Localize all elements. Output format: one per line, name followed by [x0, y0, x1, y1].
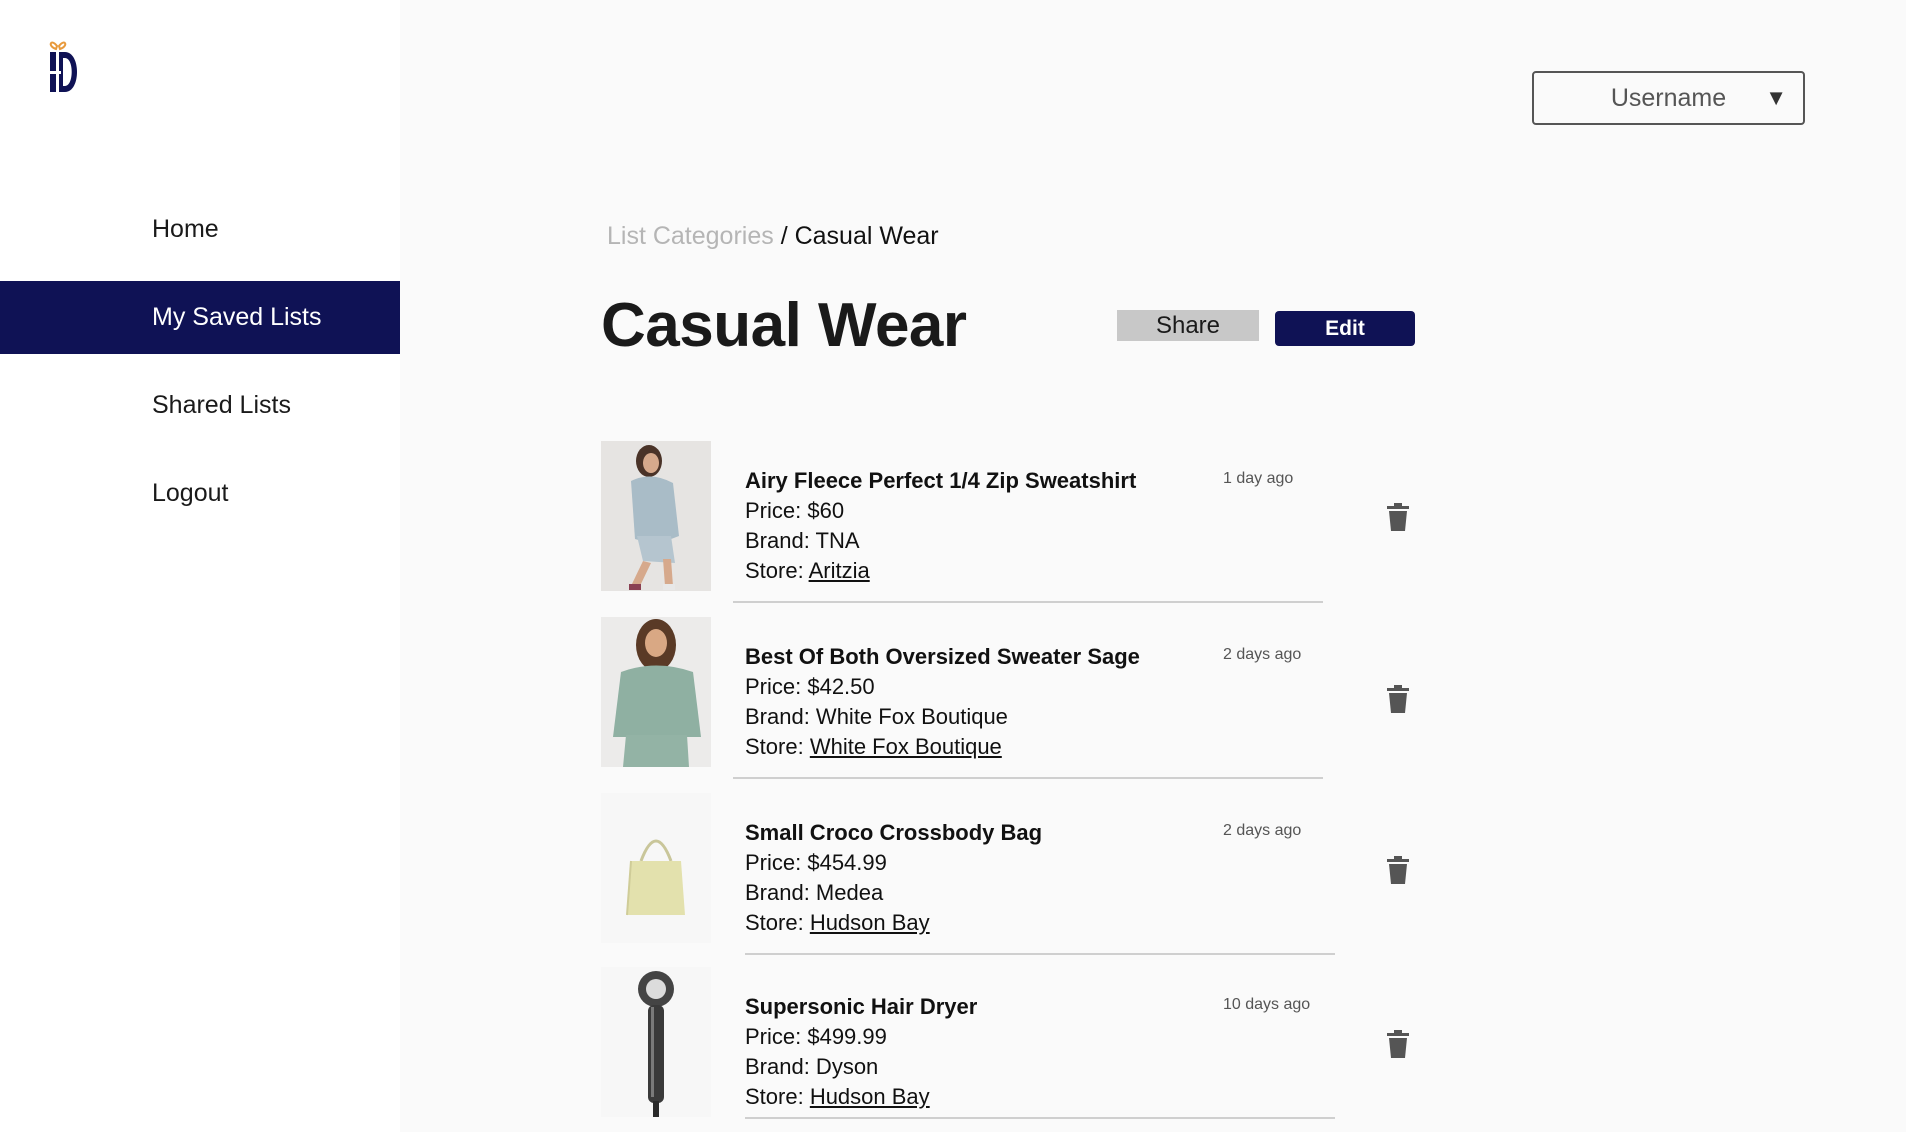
product-image[interactable] [601, 441, 711, 591]
divider [745, 953, 1335, 955]
item-timestamp: 2 days ago [1223, 646, 1302, 663]
item-store: Store: Hudson Bay [745, 910, 930, 936]
breadcrumb-list-categories[interactable]: List Categories [607, 222, 774, 250]
item-store-label: Store: [745, 910, 810, 935]
item-price: Price: $454.99 [745, 850, 887, 875]
divider [733, 777, 1323, 779]
item-store-label: Store: [745, 734, 810, 759]
item-store-label: Store: [745, 558, 809, 583]
item-store-label: Store: [745, 1084, 810, 1109]
app-logo-icon[interactable] [47, 38, 83, 96]
item-store: Store: Hudson Bay [745, 1084, 930, 1110]
item-name[interactable]: Best Of Both Oversized Sweater Sage [745, 644, 1140, 670]
item-brand: Brand: Medea [745, 880, 884, 905]
item-store-link[interactable]: Aritzia [809, 558, 870, 583]
sidebar-item-label: My Saved Lists [152, 303, 322, 331]
divider [745, 1117, 1335, 1119]
product-image[interactable] [601, 793, 711, 943]
sidebar-item-logout[interactable]: Logout [0, 457, 400, 530]
list-item: Best Of Both Oversized Sweater Sage 2 da… [601, 617, 1421, 779]
item-name[interactable]: Supersonic Hair Dryer [745, 994, 977, 1020]
breadcrumb: List Categories / Casual Wear [607, 222, 939, 251]
item-store-link[interactable]: Hudson Bay [810, 1084, 930, 1109]
username-dropdown[interactable]: Username ▼ [1532, 71, 1805, 125]
divider [733, 601, 1323, 603]
sidebar-item-label: Shared Lists [152, 391, 291, 419]
item-timestamp: 10 days ago [1223, 996, 1311, 1013]
sidebar: Home My Saved Lists Shared Lists Logout [0, 0, 400, 1132]
item-price: Price: $42.50 [745, 674, 875, 699]
item-timestamp: 2 days ago [1223, 822, 1302, 839]
list-item: Small Croco Crossbody Bag 2 days ago Pri… [601, 793, 1421, 955]
share-button[interactable]: Share [1117, 310, 1259, 341]
item-store-link[interactable]: White Fox Boutique [810, 734, 1002, 759]
item-price: Price: $60 [745, 498, 845, 523]
breadcrumb-separator: / [773, 222, 795, 250]
username-label: Username [1610, 83, 1727, 112]
page-title: Casual Wear [601, 291, 967, 360]
item-brand: Brand: TNA [745, 528, 860, 553]
item-brand: Brand: White Fox Boutique [745, 704, 1008, 729]
item-store: Store: White Fox Boutique [745, 734, 1002, 760]
item-name[interactable]: Airy Fleece Perfect 1/4 Zip Sweatshirt [745, 468, 1136, 494]
breadcrumb-current: Casual Wear [794, 222, 939, 250]
sidebar-item-label: Home [152, 215, 219, 243]
sidebar-item-shared-lists[interactable]: Shared Lists [0, 369, 400, 442]
trash-icon[interactable] [1387, 685, 1409, 713]
item-store-link[interactable]: Hudson Bay [810, 910, 930, 935]
item-brand: Brand: Dyson [745, 1054, 879, 1079]
list-item: Airy Fleece Perfect 1/4 Zip Sweatshirt 1… [601, 441, 1421, 603]
sidebar-item-label: Logout [152, 479, 229, 507]
item-store: Store: Aritzia [745, 558, 870, 584]
item-price: Price: $499.99 [745, 1024, 887, 1049]
trash-icon[interactable] [1387, 503, 1409, 531]
product-image[interactable] [601, 617, 711, 767]
product-image[interactable] [601, 967, 711, 1117]
item-name[interactable]: Small Croco Crossbody Bag [745, 820, 1042, 846]
list-item: Supersonic Hair Dryer 10 days ago Price:… [601, 967, 1421, 1127]
trash-icon[interactable] [1387, 856, 1409, 884]
sidebar-item-my-saved-lists[interactable]: My Saved Lists [0, 281, 400, 354]
trash-icon[interactable] [1387, 1030, 1409, 1058]
item-timestamp: 1 day ago [1223, 470, 1294, 487]
edit-button[interactable]: Edit [1275, 311, 1415, 346]
sidebar-item-home[interactable]: Home [0, 193, 400, 266]
chevron-down-icon: ▼ [1765, 85, 1787, 110]
